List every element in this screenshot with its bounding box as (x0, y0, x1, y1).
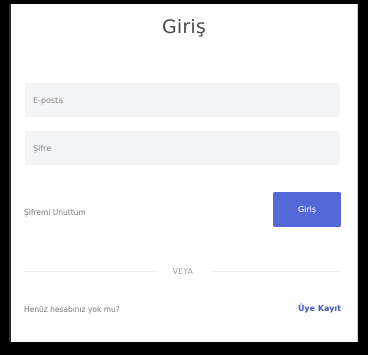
password-field[interactable] (25, 131, 340, 165)
no-account-text: Henüz hesabınız yok mu? (24, 305, 120, 314)
forgot-password-link[interactable]: Şifremi Unuttum (24, 208, 86, 217)
login-button[interactable]: Giriş (273, 192, 341, 227)
divider-line-right (211, 270, 342, 272)
register-link[interactable]: Üye Kayıt (298, 304, 341, 313)
email-field[interactable] (25, 83, 340, 117)
divider-label: VEYA (172, 266, 194, 276)
page-title: Giriş (162, 16, 206, 38)
divider-line-left (25, 270, 155, 272)
login-card: Giriş Şifremi Unuttum Giriş VEYA Henüz h… (9, 4, 358, 342)
or-divider: VEYA (25, 266, 342, 276)
